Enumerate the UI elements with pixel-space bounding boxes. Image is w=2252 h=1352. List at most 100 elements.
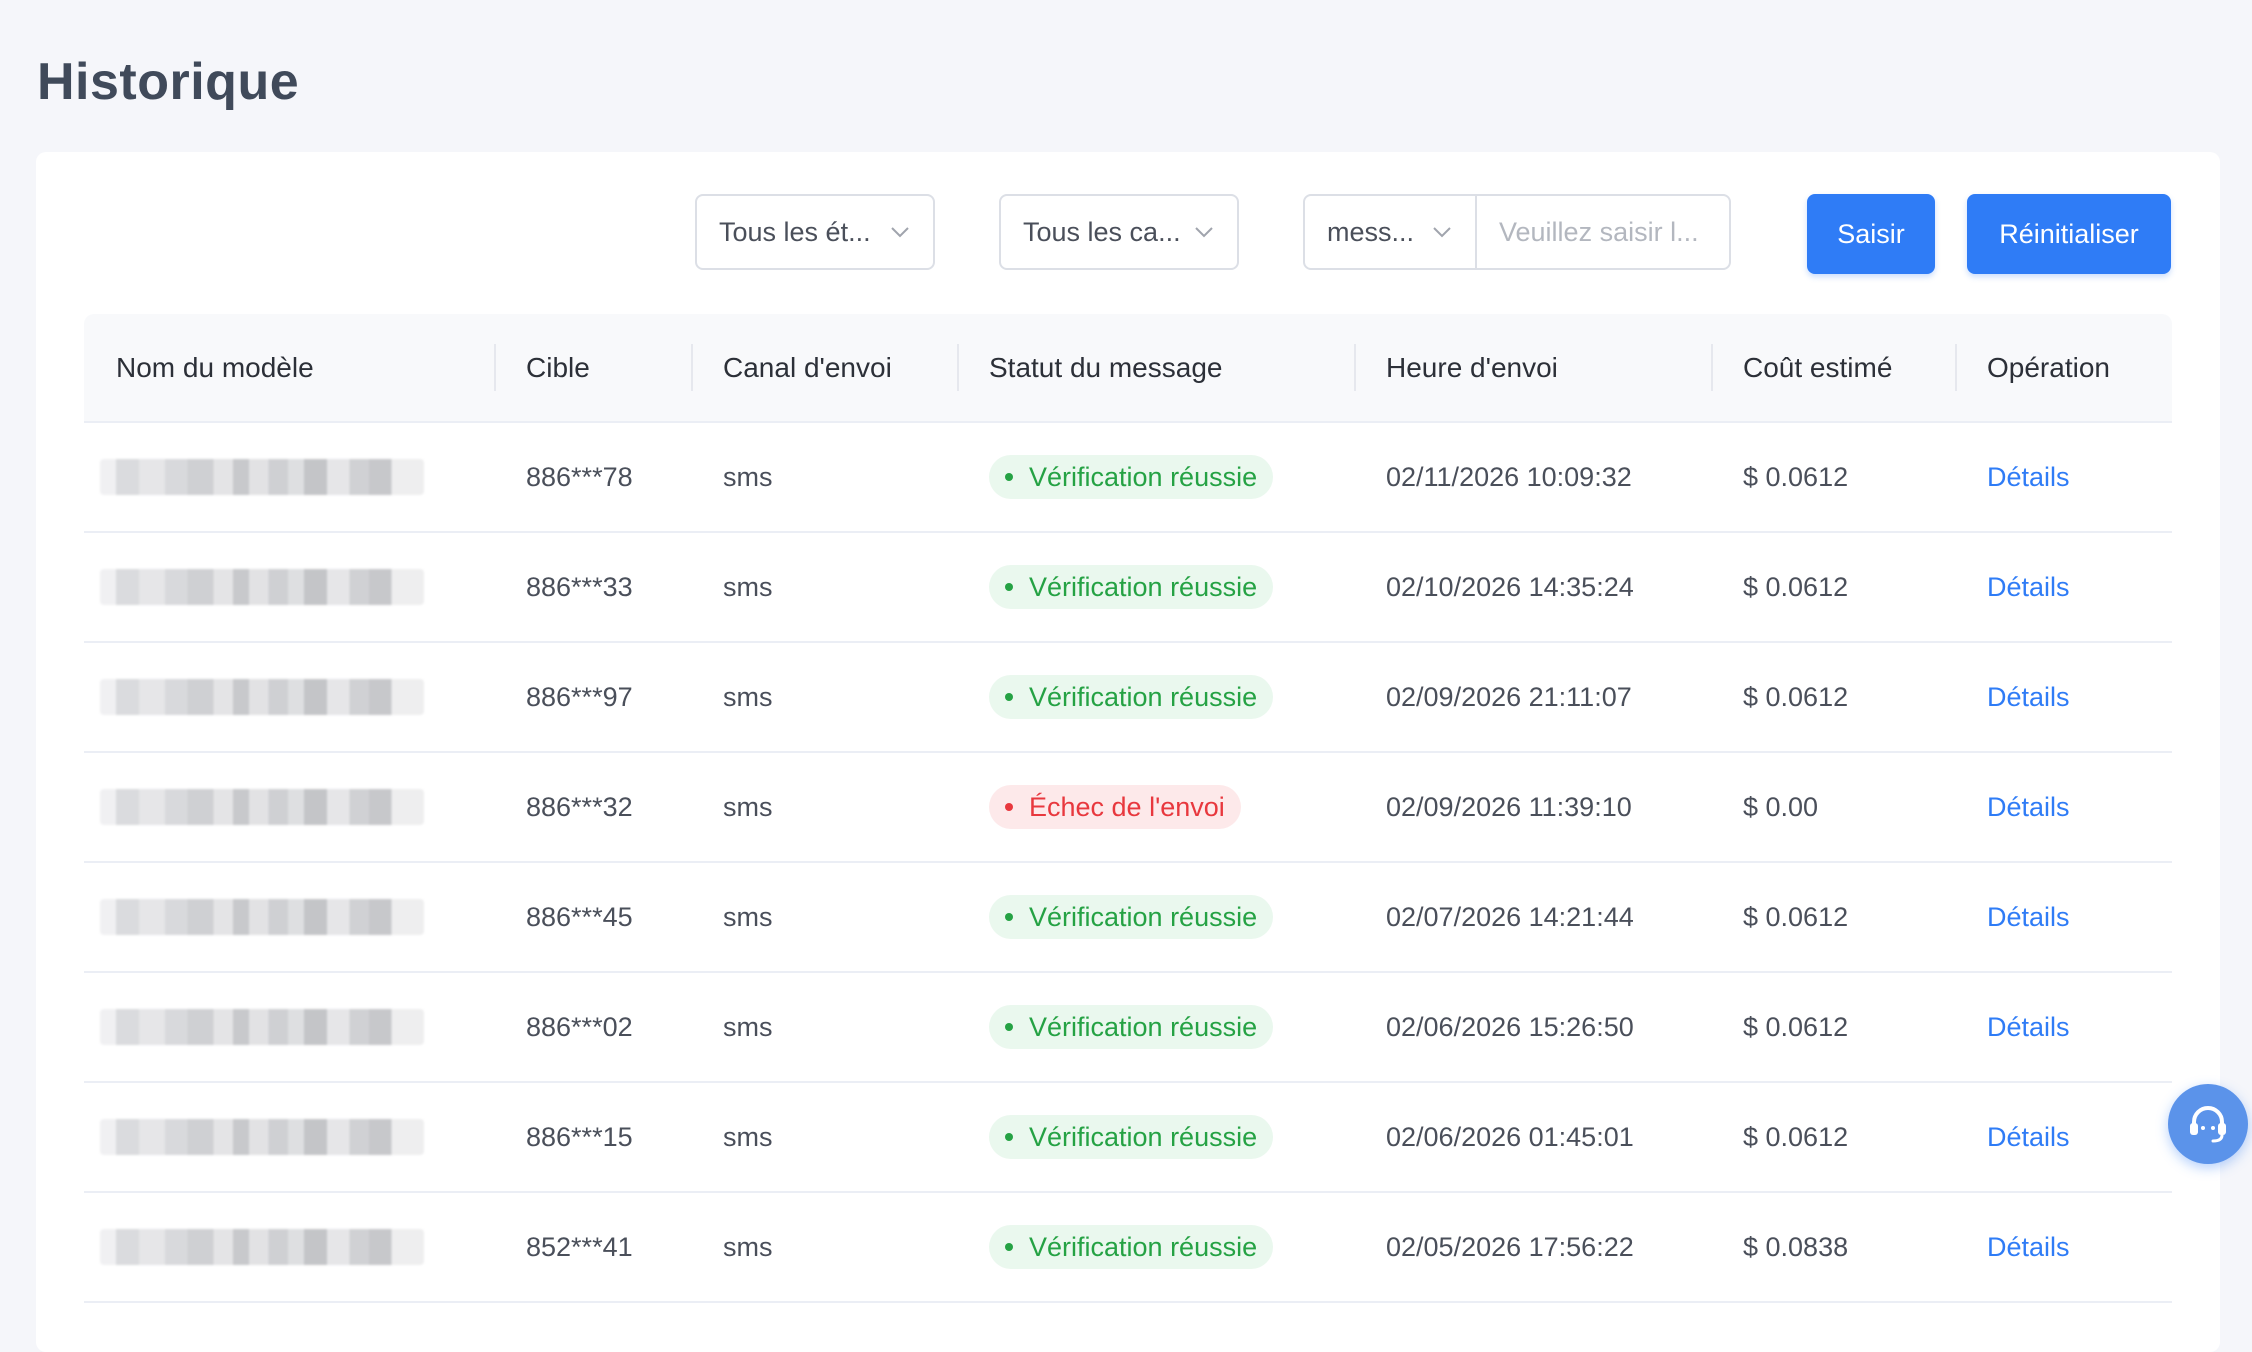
cell-operation: Détails bbox=[1955, 1082, 2172, 1193]
cell-target: 852***41 bbox=[494, 1192, 691, 1303]
table-header-row: Nom du modèle Cible Canal d'envoi Statut… bbox=[84, 314, 2172, 423]
channel-filter-select[interactable]: Tous les ca... bbox=[999, 194, 1239, 270]
cell-target: 886***02 bbox=[494, 972, 691, 1083]
filter-bar: Tous les ét... Tous les ca... mess... Sa… bbox=[36, 194, 2220, 274]
search-combo: mess... bbox=[1303, 194, 1731, 270]
cell-channel: sms bbox=[691, 1192, 957, 1303]
table-row: 886***78 sms Vérification réussie 02/11/202… bbox=[84, 422, 2172, 533]
cell-time: 02/06/2026 15:26:50 bbox=[1354, 972, 1711, 1083]
table-row: 886***97 sms Vérification réussie 02/09/202… bbox=[84, 642, 2172, 753]
status-dot-icon bbox=[1005, 913, 1013, 921]
table-row: 886***45 sms Vérification réussie 02/07/202… bbox=[84, 862, 2172, 973]
cell-target: 886***32 bbox=[494, 752, 691, 863]
cell-operation: Détails bbox=[1955, 422, 2172, 533]
details-link[interactable]: Détails bbox=[1987, 462, 2070, 492]
status-badge: Vérification réussie bbox=[989, 455, 1274, 499]
status-badge: Vérification réussie bbox=[989, 1225, 1274, 1269]
cell-status: Vérification réussie bbox=[957, 972, 1354, 1083]
support-chat-button[interactable] bbox=[2168, 1084, 2248, 1164]
status-label: Vérification réussie bbox=[1029, 681, 1258, 712]
status-badge: Vérification réussie bbox=[989, 895, 1274, 939]
status-label: Vérification réussie bbox=[1029, 901, 1258, 932]
details-link[interactable]: Détails bbox=[1987, 1232, 2070, 1262]
cell-cost: $ 0.0612 bbox=[1711, 642, 1955, 753]
status-dot-icon bbox=[1005, 1243, 1013, 1251]
cell-channel: sms bbox=[691, 752, 957, 863]
status-filter-select[interactable]: Tous les ét... bbox=[695, 194, 935, 270]
status-badge: Vérification réussie bbox=[989, 565, 1274, 609]
details-link[interactable]: Détails bbox=[1987, 682, 2070, 712]
cell-template-name bbox=[84, 422, 494, 533]
table-row: 886***33 sms Vérification réussie 02/10/202… bbox=[84, 532, 2172, 643]
cell-time: 02/09/2026 21:11:07 bbox=[1354, 642, 1711, 753]
cell-cost: $ 0.0612 bbox=[1711, 972, 1955, 1083]
details-link[interactable]: Détails bbox=[1987, 572, 2070, 602]
cell-channel: sms bbox=[691, 1082, 957, 1193]
details-link[interactable]: Détails bbox=[1987, 792, 2070, 822]
channel-filter-value: Tous les ca... bbox=[1023, 216, 1181, 247]
cell-status: Vérification réussie bbox=[957, 642, 1354, 753]
cell-template-name bbox=[84, 972, 494, 1083]
table-row: 852***41 sms Vérification réussie 02/05/202… bbox=[84, 1192, 2172, 1303]
status-badge: Vérification réussie bbox=[989, 675, 1274, 719]
details-link[interactable]: Détails bbox=[1987, 1122, 2070, 1152]
status-label: Vérification réussie bbox=[1029, 1011, 1258, 1042]
cell-cost: $ 0.0612 bbox=[1711, 422, 1955, 533]
search-field-select[interactable]: mess... bbox=[1305, 196, 1477, 268]
history-card: Tous les ét... Tous les ca... mess... Sa… bbox=[36, 152, 2220, 1352]
cell-time: 02/09/2026 11:39:10 bbox=[1354, 752, 1711, 863]
details-link[interactable]: Détails bbox=[1987, 1012, 2070, 1042]
chevron-down-icon bbox=[1195, 227, 1213, 238]
redacted-template-name bbox=[100, 789, 424, 825]
cell-operation: Détails bbox=[1955, 972, 2172, 1083]
cell-channel: sms bbox=[691, 532, 957, 643]
status-dot-icon bbox=[1005, 1133, 1013, 1141]
cell-time: 02/06/2026 01:45:01 bbox=[1354, 1082, 1711, 1193]
cell-time: 02/07/2026 14:21:44 bbox=[1354, 862, 1711, 973]
redacted-template-name bbox=[100, 1119, 424, 1155]
cell-channel: sms bbox=[691, 972, 957, 1083]
status-badge: Échec de l'envoi bbox=[989, 785, 1241, 829]
cell-target: 886***15 bbox=[494, 1082, 691, 1193]
status-label: Vérification réussie bbox=[1029, 1231, 1258, 1262]
cell-channel: sms bbox=[691, 422, 957, 533]
search-input[interactable] bbox=[1477, 196, 1729, 268]
cell-operation: Détails bbox=[1955, 1192, 2172, 1303]
cell-target: 886***97 bbox=[494, 642, 691, 753]
table-row: 886***32 sms Échec de l'envoi 02/09/2026 11… bbox=[84, 752, 2172, 863]
status-badge: Vérification réussie bbox=[989, 1115, 1274, 1159]
redacted-template-name bbox=[100, 1009, 424, 1045]
page-title: Historique bbox=[37, 53, 300, 111]
cell-target: 886***33 bbox=[494, 532, 691, 643]
cell-status: Vérification réussie bbox=[957, 422, 1354, 533]
status-label: Vérification réussie bbox=[1029, 1121, 1258, 1152]
cell-status: Vérification réussie bbox=[957, 1192, 1354, 1303]
cell-operation: Détails bbox=[1955, 752, 2172, 863]
column-header-cost: Coût estimé bbox=[1711, 314, 1955, 423]
cell-cost: $ 0.0612 bbox=[1711, 862, 1955, 973]
column-header-name: Nom du modèle bbox=[84, 314, 494, 423]
cell-status: Vérification réussie bbox=[957, 532, 1354, 643]
cell-template-name bbox=[84, 532, 494, 643]
search-button[interactable]: Saisir bbox=[1807, 194, 1935, 274]
cell-cost: $ 0.0612 bbox=[1711, 532, 1955, 643]
chevron-down-icon bbox=[891, 227, 909, 238]
cell-template-name bbox=[84, 642, 494, 753]
cell-operation: Détails bbox=[1955, 862, 2172, 973]
headset-icon bbox=[2190, 1106, 2226, 1143]
search-field-value: mess... bbox=[1327, 216, 1415, 247]
cell-cost: $ 0.0838 bbox=[1711, 1192, 1955, 1303]
status-dot-icon bbox=[1005, 693, 1013, 701]
status-label: Vérification réussie bbox=[1029, 461, 1258, 492]
column-header-time: Heure d'envoi bbox=[1354, 314, 1711, 423]
status-badge: Vérification réussie bbox=[989, 1005, 1274, 1049]
table-row: 886***02 sms Vérification réussie 02/06/202… bbox=[84, 972, 2172, 1083]
reset-button[interactable]: Réinitialiser bbox=[1967, 194, 2171, 274]
redacted-template-name bbox=[100, 899, 424, 935]
table-body: 886***78 sms Vérification réussie 02/11/202… bbox=[84, 422, 2172, 1303]
details-link[interactable]: Détails bbox=[1987, 902, 2070, 932]
cell-target: 886***45 bbox=[494, 862, 691, 973]
cell-target: 886***78 bbox=[494, 422, 691, 533]
status-label: Échec de l'envoi bbox=[1029, 791, 1225, 822]
status-filter-value: Tous les ét... bbox=[719, 216, 871, 247]
